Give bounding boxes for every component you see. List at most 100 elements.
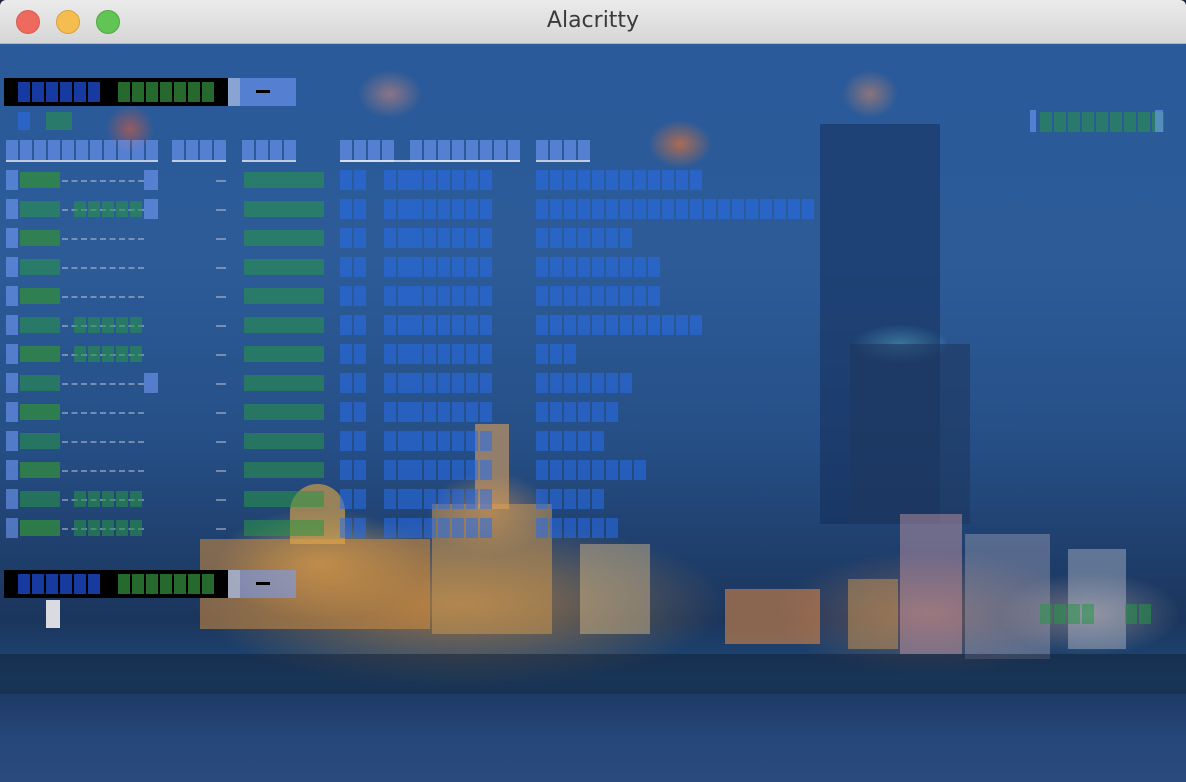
row-glyph — [606, 315, 618, 335]
row-glyph — [410, 431, 422, 451]
row-glyph — [340, 431, 352, 451]
row-glyph — [578, 460, 590, 480]
column-header — [214, 140, 226, 160]
row-glyph — [6, 286, 18, 306]
row-glyph — [88, 317, 100, 333]
row-glyph — [410, 402, 422, 422]
column-header — [382, 140, 394, 160]
row-glyph — [648, 315, 660, 335]
row-glyph — [384, 344, 396, 364]
dash-rule — [216, 209, 226, 211]
row-glyph — [536, 228, 548, 248]
row-glyph — [410, 373, 422, 393]
row-glyph — [480, 344, 492, 364]
row-glyph — [88, 520, 100, 536]
dash-rule — [216, 499, 226, 501]
column-header — [90, 140, 102, 160]
row-glyph — [466, 170, 478, 190]
status-block — [1155, 110, 1163, 132]
row-glyph — [424, 373, 436, 393]
column-header — [256, 140, 268, 160]
row-glyph — [340, 257, 352, 277]
row-glyph — [606, 518, 618, 538]
row-glyph — [452, 373, 464, 393]
row-glyph — [88, 491, 100, 507]
row-glyph — [564, 257, 576, 277]
row-glyph — [102, 201, 114, 217]
row-glyph — [536, 518, 548, 538]
row-glyph — [410, 228, 422, 248]
row-glyph — [6, 460, 18, 480]
row-glyph — [466, 518, 478, 538]
row-glyph — [410, 460, 422, 480]
row-glyph — [244, 230, 324, 246]
row-glyph — [74, 201, 86, 217]
row-glyph — [438, 518, 450, 538]
row-glyph — [606, 460, 618, 480]
column-header — [132, 140, 144, 160]
prompt-segment — [202, 82, 214, 102]
row-glyph — [244, 433, 324, 449]
row-glyph — [6, 373, 18, 393]
row-glyph — [452, 286, 464, 306]
row-glyph — [550, 489, 562, 509]
row-glyph — [578, 431, 590, 451]
row-glyph — [144, 199, 158, 219]
row-glyph — [592, 170, 604, 190]
row-glyph — [536, 431, 548, 451]
row-glyph — [116, 491, 128, 507]
row-glyph — [398, 199, 410, 219]
column-header — [104, 140, 116, 160]
row-glyph — [634, 315, 646, 335]
row-glyph — [536, 373, 548, 393]
row-glyph — [354, 228, 366, 248]
row-glyph — [480, 228, 492, 248]
title-bar[interactable]: Alacritty — [0, 0, 1186, 44]
row-glyph — [564, 170, 576, 190]
row-glyph — [564, 286, 576, 306]
status-block — [1068, 604, 1080, 624]
row-glyph — [550, 431, 562, 451]
row-glyph — [634, 257, 646, 277]
row-glyph — [620, 257, 632, 277]
row-glyph — [564, 518, 576, 538]
row-glyph — [564, 228, 576, 248]
dash-rule — [62, 296, 144, 298]
terminal-area[interactable] — [0, 44, 1186, 782]
row-glyph — [6, 315, 18, 335]
row-glyph — [802, 199, 814, 219]
row-glyph — [424, 431, 436, 451]
prompt-segment — [32, 82, 44, 102]
prompt-segment — [174, 82, 186, 102]
prompt-segment — [18, 82, 30, 102]
row-glyph — [774, 199, 786, 219]
prompt-segment — [228, 570, 240, 598]
prompt-segment — [160, 82, 172, 102]
row-glyph — [6, 257, 18, 277]
row-glyph — [620, 315, 632, 335]
prompt-segment — [118, 574, 130, 594]
row-glyph — [466, 199, 478, 219]
row-glyph — [438, 373, 450, 393]
row-glyph — [384, 286, 396, 306]
row-glyph — [74, 491, 86, 507]
column-header — [76, 140, 88, 160]
row-glyph — [130, 346, 142, 362]
row-glyph — [536, 286, 548, 306]
row-glyph — [398, 315, 410, 335]
row-glyph — [6, 518, 18, 538]
row-glyph — [244, 346, 324, 362]
row-glyph — [550, 315, 562, 335]
row-glyph — [6, 170, 18, 190]
row-glyph — [676, 315, 688, 335]
row-glyph — [662, 199, 674, 219]
row-glyph — [788, 199, 800, 219]
row-glyph — [564, 402, 576, 422]
row-glyph — [102, 491, 114, 507]
row-glyph — [578, 199, 590, 219]
row-glyph — [384, 373, 396, 393]
row-glyph — [438, 489, 450, 509]
column-header — [424, 140, 436, 160]
column-header — [186, 140, 198, 160]
column-header — [354, 140, 366, 160]
